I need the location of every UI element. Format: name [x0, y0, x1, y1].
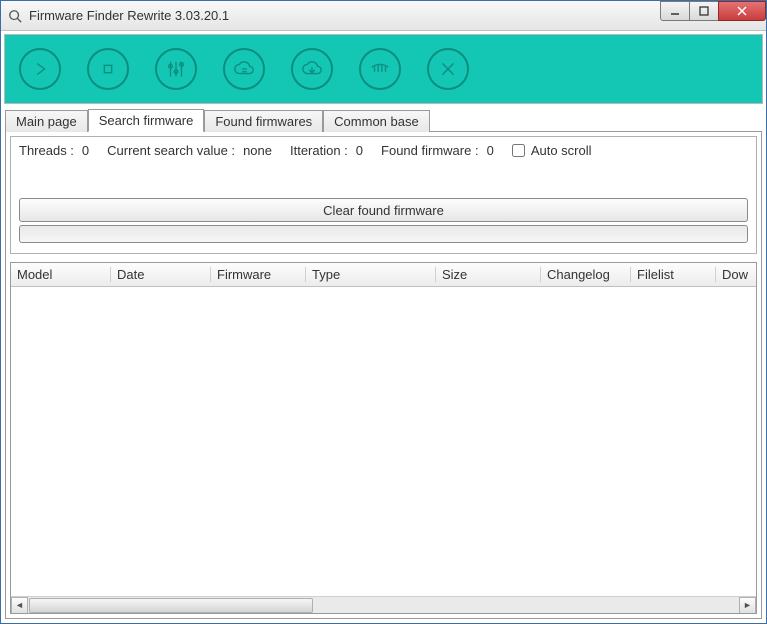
- app-icon: [7, 8, 23, 24]
- search-value: none: [243, 143, 272, 158]
- maximize-button[interactable]: [689, 1, 719, 21]
- col-changelog[interactable]: Changelog: [541, 267, 631, 282]
- table-header: Model Date Firmware Type Size Changelog …: [11, 263, 756, 287]
- tab-found-firmwares[interactable]: Found firmwares: [204, 110, 323, 132]
- tab-search-firmware[interactable]: Search firmware: [88, 109, 205, 132]
- bridge-button[interactable]: [359, 48, 401, 90]
- tabs: Main page Search firmware Found firmware…: [1, 107, 766, 131]
- iteration-label: Itteration :: [290, 143, 348, 158]
- progress-bar: [19, 225, 748, 243]
- cloud-download-button[interactable]: [291, 48, 333, 90]
- col-type[interactable]: Type: [306, 267, 436, 282]
- scroll-left-icon[interactable]: ◄: [11, 597, 28, 614]
- col-download[interactable]: Dow: [716, 267, 756, 282]
- minimize-button[interactable]: [660, 1, 690, 21]
- scroll-thumb[interactable]: [29, 598, 313, 613]
- col-model[interactable]: Model: [11, 267, 111, 282]
- col-firmware[interactable]: Firmware: [211, 267, 306, 282]
- close-window-button[interactable]: [718, 1, 766, 21]
- found-firmware-label: Found firmware :: [381, 143, 479, 158]
- autoscroll-label: Auto scroll: [531, 143, 592, 158]
- titlebar[interactable]: Firmware Finder Rewrite 3.03.20.1: [1, 1, 766, 31]
- clear-found-firmware-button[interactable]: Clear found firmware: [19, 198, 748, 222]
- settings-button[interactable]: [155, 48, 197, 90]
- autoscroll-checkbox[interactable]: [512, 144, 525, 157]
- threads-value: 0: [82, 143, 89, 158]
- play-button[interactable]: [19, 48, 61, 90]
- col-filelist[interactable]: Filelist: [631, 267, 716, 282]
- col-size[interactable]: Size: [436, 267, 541, 282]
- table-body[interactable]: [11, 287, 756, 596]
- col-date[interactable]: Date: [111, 267, 211, 282]
- results-table: Model Date Firmware Type Size Changelog …: [10, 262, 757, 614]
- window-controls: [661, 1, 766, 21]
- threads-label: Threads :: [19, 143, 74, 158]
- tab-common-base[interactable]: Common base: [323, 110, 430, 132]
- cancel-button[interactable]: [427, 48, 469, 90]
- tab-content: Threads : 0 Current search value : none …: [5, 131, 762, 619]
- found-firmware-value: 0: [487, 143, 494, 158]
- scroll-track[interactable]: [28, 597, 739, 614]
- toolbar: [4, 34, 763, 104]
- scroll-right-icon[interactable]: ►: [739, 597, 756, 614]
- app-window: Firmware Finder Rewrite 3.03.20.1: [0, 0, 767, 624]
- status-panel: Threads : 0 Current search value : none …: [10, 136, 757, 254]
- search-value-label: Current search value :: [107, 143, 235, 158]
- window-title: Firmware Finder Rewrite 3.03.20.1: [29, 8, 229, 23]
- cloud-list-button[interactable]: [223, 48, 265, 90]
- iteration-value: 0: [356, 143, 363, 158]
- horizontal-scrollbar[interactable]: ◄ ►: [11, 596, 756, 613]
- stop-button[interactable]: [87, 48, 129, 90]
- tab-main-page[interactable]: Main page: [5, 110, 88, 132]
